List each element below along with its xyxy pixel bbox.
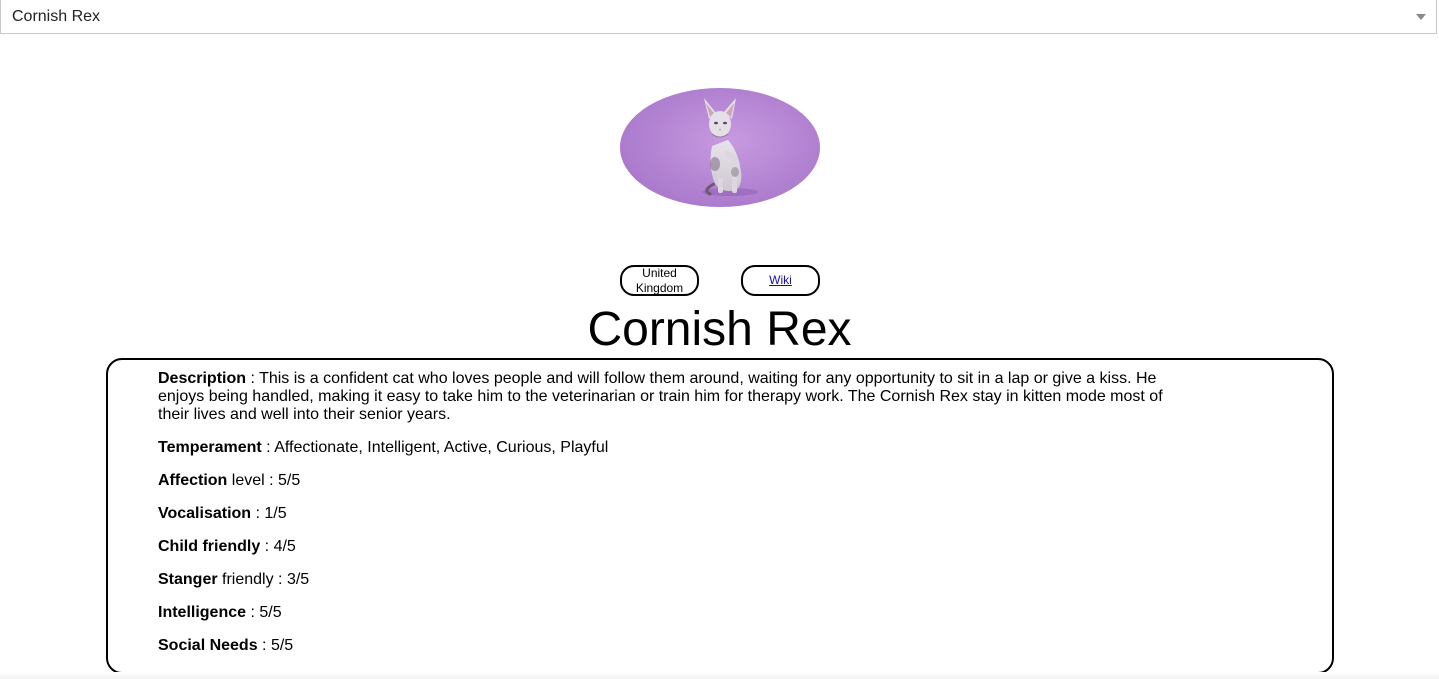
breed-photo <box>620 88 820 207</box>
description-label: Description <box>158 370 247 387</box>
wiki-link[interactable]: Wiki <box>769 273 792 288</box>
vocalisation-label: Vocalisation <box>158 505 252 522</box>
chevron-down-icon[interactable] <box>1416 13 1426 20</box>
affection-row: Affection level : 5/5 <box>158 472 1182 490</box>
child-friendly-label: Child friendly <box>158 538 261 555</box>
description-value: : This is a confident cat who loves peop… <box>158 370 1163 423</box>
stranger-friendly-row: Stanger friendly : 3/5 <box>158 571 1182 589</box>
breed-title: Cornish Rex <box>587 303 852 356</box>
origin-badge: United Kingdom <box>620 265 699 296</box>
temperament-value: : Affectionate, Intelligent, Active, Cur… <box>261 439 609 456</box>
intelligence-label: Intelligence <box>158 604 247 621</box>
social-needs-label: Social Needs <box>158 637 258 654</box>
affection-label: Affection <box>158 472 228 489</box>
child-friendly-value: : 4/5 <box>260 538 296 555</box>
vocalisation-row: Vocalisation : 1/5 <box>158 505 1182 523</box>
breed-select-value: Cornish Rex <box>12 7 101 25</box>
breed-select[interactable]: Cornish Rex <box>0 0 1437 34</box>
description-row: Description : This is a confident cat wh… <box>158 370 1182 424</box>
vocalisation-value: : 1/5 <box>251 505 287 522</box>
stranger-friendly-value: friendly : 3/5 <box>217 571 310 588</box>
breed-info-card: Description : This is a confident cat wh… <box>106 358 1334 674</box>
social-needs-value: : 5/5 <box>257 637 294 654</box>
origin-label: United Kingdom <box>635 265 684 295</box>
temperament-row: Temperament : Affectionate, Intelligent,… <box>158 439 1182 457</box>
social-needs-row: Social Needs : 5/5 <box>158 637 1182 655</box>
intelligence-row: Intelligence : 5/5 <box>158 604 1182 622</box>
affection-value: level : 5/5 <box>227 472 301 489</box>
temperament-label: Temperament <box>158 439 262 456</box>
child-friendly-row: Child friendly : 4/5 <box>158 538 1182 556</box>
intelligence-value: : 5/5 <box>246 604 282 621</box>
page-bottom-shadow <box>0 672 1439 679</box>
stranger-friendly-label: Stanger <box>158 571 218 588</box>
wiki-badge[interactable]: Wiki <box>741 265 820 296</box>
